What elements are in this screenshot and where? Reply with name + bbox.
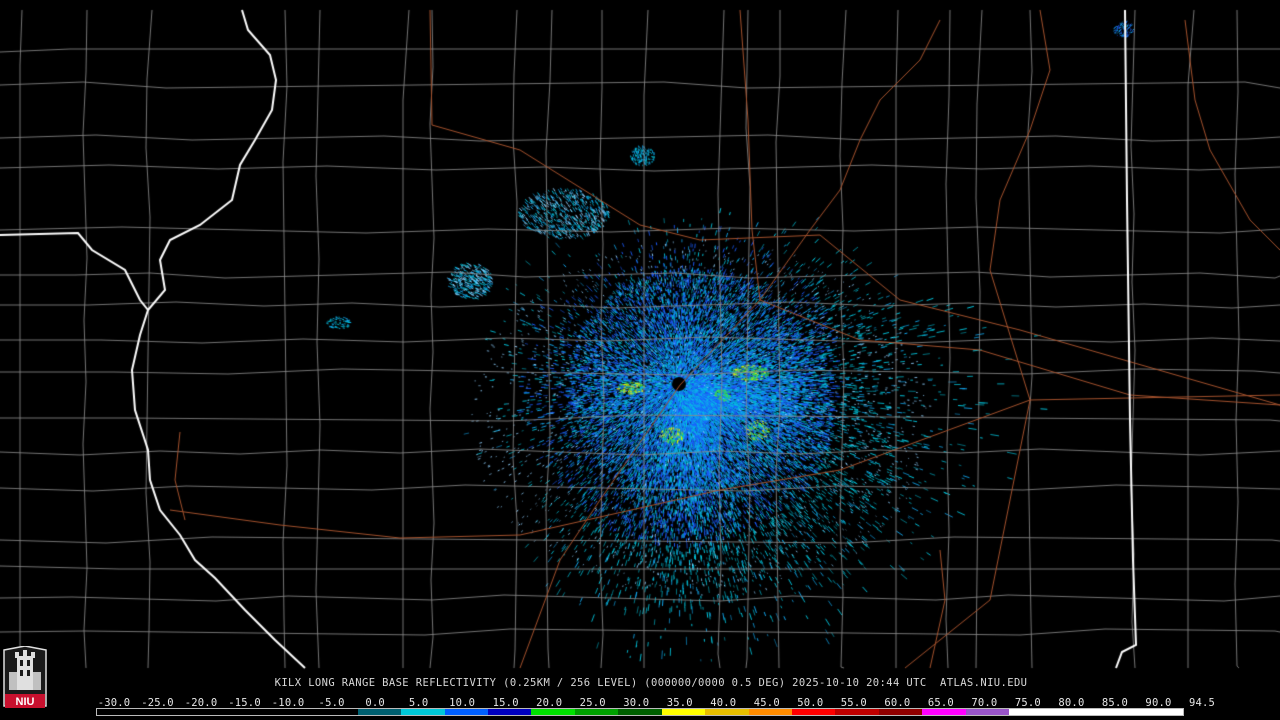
colorbar-segment: [1139, 709, 1183, 715]
colorbar-segment: [140, 709, 184, 715]
colorbar-segment: [314, 709, 358, 715]
colorbar-segment: [531, 709, 575, 715]
colorbar-segment: [357, 709, 402, 715]
colorbar-segment: [748, 709, 792, 715]
radar-map: [0, 0, 1280, 672]
colorbar-segment: [401, 709, 445, 715]
reflectivity-colorbar: [96, 708, 1184, 716]
colorbar-segment: [878, 709, 923, 715]
product-caption: KILX LONG RANGE BASE REFLECTIVITY (0.25K…: [274, 677, 1028, 689]
colorbar-segment: [270, 709, 315, 715]
radar-image: NIU KILX LONG RANGE BASE REFLECTIVITY (0…: [0, 0, 1280, 720]
colorbar-segment: [1096, 709, 1140, 715]
colorbar-segment: [487, 709, 532, 715]
colorbar-segment: [1052, 709, 1097, 715]
colorbar-segment: [835, 709, 879, 715]
colorbar-segment: [965, 709, 1010, 715]
colorbar-segment: [97, 709, 141, 715]
colorbar-segment: [618, 709, 662, 715]
colorbar-segment: [705, 709, 749, 715]
colorbar-label: 94.5: [1188, 697, 1216, 709]
colorbar-segment: [444, 709, 488, 715]
logo-text: NIU: [16, 696, 35, 708]
colorbar-segment: [922, 709, 966, 715]
colorbar-segment: [1009, 709, 1053, 715]
colorbar-segment: [574, 709, 619, 715]
colorbar-segment: [661, 709, 706, 715]
colorbar-segment: [227, 709, 271, 715]
colorbar-segment: [792, 709, 836, 715]
colorbar-segment: [183, 709, 228, 715]
